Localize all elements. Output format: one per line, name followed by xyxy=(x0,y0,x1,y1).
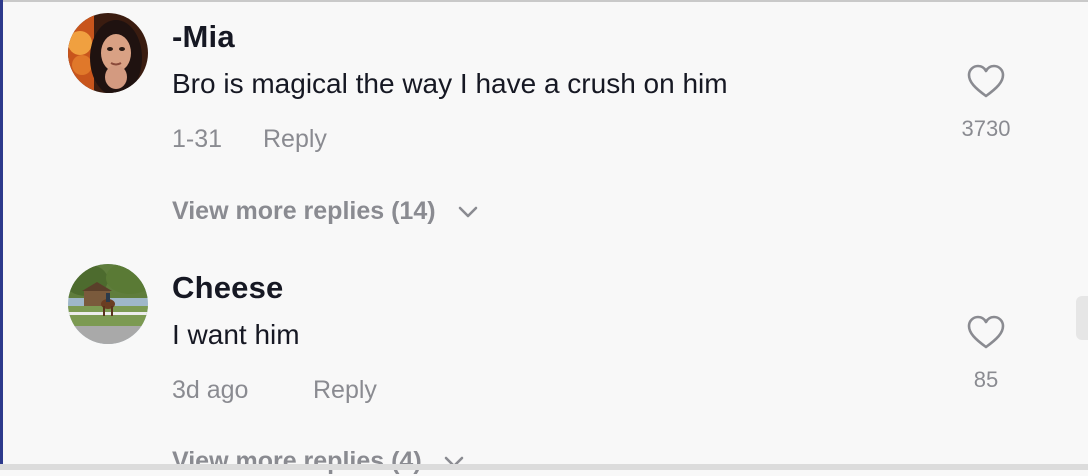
comment-text: Bro is magical the way I have a crush on… xyxy=(172,68,728,99)
like-button[interactable] xyxy=(966,62,1006,102)
view-more-replies-label: View more replies (4) xyxy=(172,447,422,475)
like-count: 3730 xyxy=(961,116,1011,141)
view-more-replies-button[interactable]: View more replies (4) xyxy=(172,447,465,476)
avatar[interactable] xyxy=(68,13,148,93)
chevron-down-icon xyxy=(458,207,477,218)
comment-date: 1-31 xyxy=(172,125,223,153)
window-bottom-border xyxy=(0,464,1088,470)
like-count: 85 xyxy=(973,367,999,392)
like-button[interactable] xyxy=(966,313,1006,353)
window-left-border xyxy=(0,0,3,470)
scrollbar-thumb[interactable] xyxy=(1076,296,1088,340)
reply-button[interactable]: Reply xyxy=(313,376,377,405)
comment-text: I want him xyxy=(172,319,300,350)
window-top-border xyxy=(0,0,1088,2)
heart-icon xyxy=(967,315,1005,349)
comment-username[interactable]: Cheese xyxy=(172,270,284,306)
view-more-replies-button[interactable]: View more replies (14) xyxy=(172,197,479,226)
heart-icon xyxy=(967,64,1005,98)
reply-button[interactable]: Reply xyxy=(263,125,327,154)
avatar[interactable] xyxy=(68,264,148,344)
comment-username[interactable]: -Mia xyxy=(172,19,235,55)
comment-date: 3d ago xyxy=(172,376,249,404)
view-more-replies-label: View more replies (14) xyxy=(172,197,436,225)
